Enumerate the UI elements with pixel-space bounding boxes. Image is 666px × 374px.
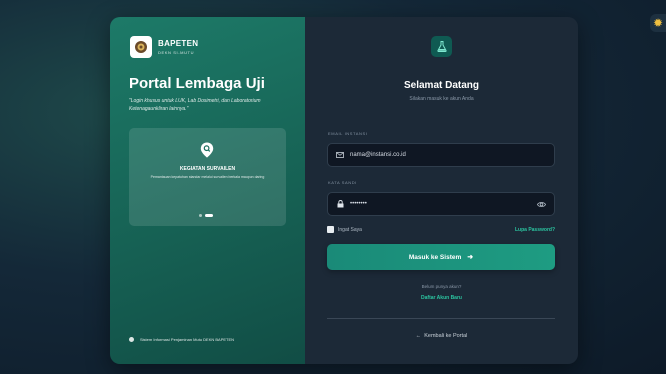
carousel-dot-active[interactable] — [205, 214, 213, 217]
remember-checkbox[interactable] — [327, 226, 334, 233]
welcome-heading: Selamat Datang — [403, 80, 480, 91]
register-link[interactable]: Daftar Akun Baru — [305, 295, 578, 301]
brand: BAPETEN DEKN SI-MUTU — [130, 36, 198, 58]
promo-title: KEGIATAN SURVAILEN — [179, 166, 236, 172]
sun-icon: ✹ — [652, 16, 664, 30]
sign-in-arrow-icon: ➜ — [467, 254, 474, 261]
theme-toggle-button[interactable]: ✹ — [650, 14, 666, 32]
login-card: BAPETEN DEKN SI-MUTU Portal Lembaga Uji … — [110, 17, 578, 364]
carousel-dots — [199, 214, 213, 217]
lock-icon — [336, 200, 344, 208]
promo-carousel: KEGIATAN SURVAILEN Pemantauan kepatuhan … — [129, 128, 286, 226]
password-field[interactable]: •••••••• — [327, 192, 555, 216]
password-label: KATA SANDI — [328, 180, 357, 185]
bapeten-logo-icon — [130, 36, 152, 58]
remember-label: Ingat Saya — [338, 226, 362, 233]
email-field[interactable]: nama@instansi.co.id — [327, 143, 555, 167]
login-submit-label: Masuk ke Sistem — [408, 253, 462, 261]
back-to-portal-link[interactable]: ← Kembali ke Portal — [305, 333, 578, 339]
info-panel: BAPETEN DEKN SI-MUTU Portal Lembaga Uji … — [110, 17, 305, 364]
search-pin-icon — [200, 142, 214, 158]
login-form-panel: Selamat Datang Silakan masuk ke akun And… — [305, 17, 578, 364]
portal-quote: "Login khusus untuk LUK, Lab Dosimetri, … — [129, 98, 261, 112]
portal-title: Portal Lembaga Uji — [129, 75, 265, 92]
welcome-subtitle: Silakan masuk ke akun Anda — [409, 96, 474, 102]
forgot-password-link[interactable]: Lupa Password? — [515, 227, 555, 233]
mail-icon — [336, 151, 344, 159]
form-options-row: Ingat Saya Lupa Password? — [327, 226, 555, 233]
back-label: Kembali ke Portal — [424, 333, 468, 339]
arrow-left-icon: ← — [415, 333, 423, 339]
email-label: EMAIL INSTANSI — [328, 131, 368, 136]
brand-title: BAPETEN — [158, 39, 199, 48]
carousel-dot[interactable] — [199, 214, 202, 217]
info-icon — [129, 337, 134, 342]
no-account-text: Belum punya akun? — [421, 284, 462, 289]
remember-me[interactable]: Ingat Saya — [327, 226, 362, 233]
left-footer: Sistem Informasi Penjaminan Mutu DEKN BA… — [129, 337, 234, 342]
promo-description: Pemantauan kepatuhan standar melalui sur… — [150, 175, 265, 179]
brand-subtitle: DEKN SI-MUTU — [158, 50, 195, 55]
password-value: •••••••• — [350, 201, 367, 207]
divider — [327, 318, 555, 319]
footer-text: Sistem Informasi Penjaminan Mutu DEKN BA… — [140, 337, 235, 342]
login-submit-button[interactable]: Masuk ke Sistem ➜ — [327, 244, 555, 270]
flask-icon — [431, 36, 452, 57]
eye-icon[interactable] — [537, 200, 546, 209]
email-placeholder: nama@instansi.co.id — [350, 152, 406, 158]
